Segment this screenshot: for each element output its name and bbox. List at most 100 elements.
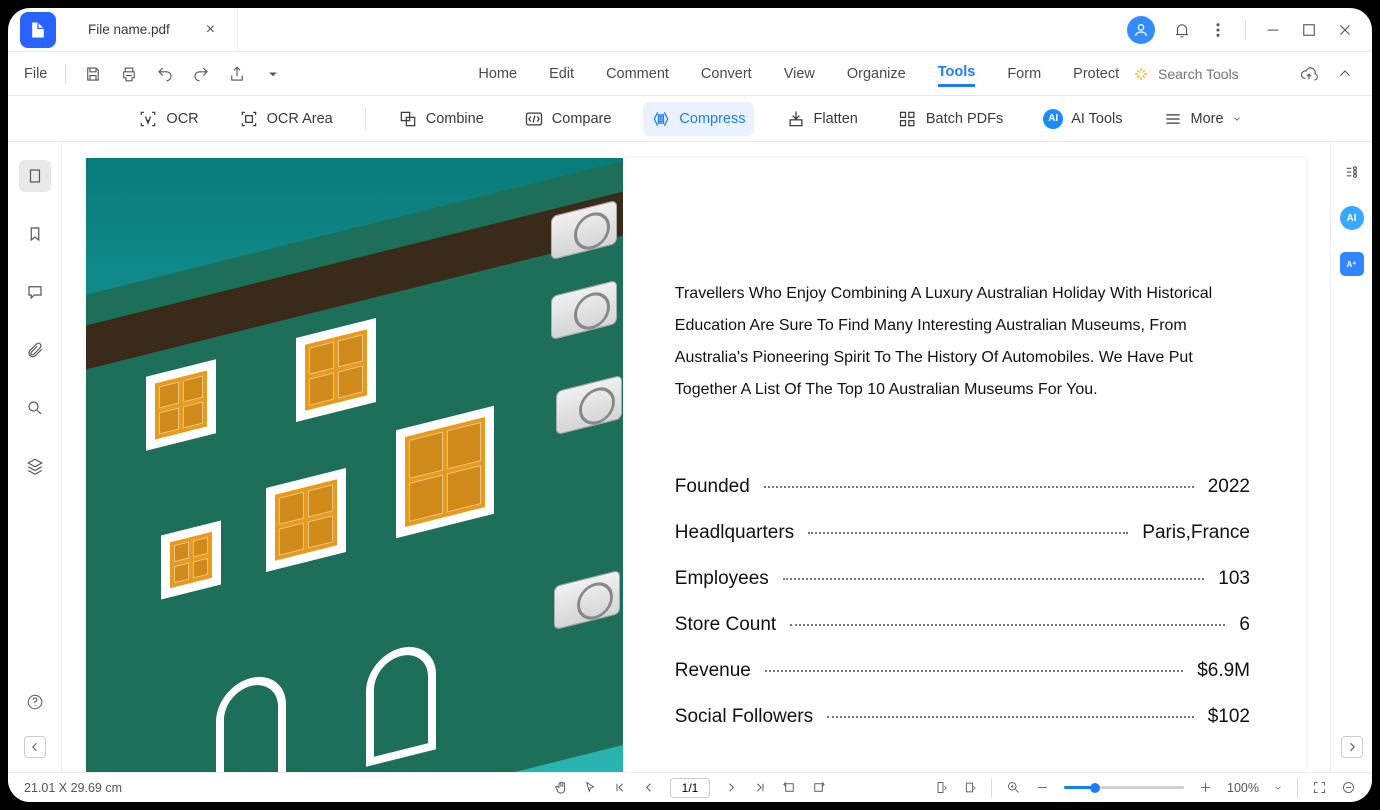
bookmarks-panel-button[interactable] [19,218,51,250]
compress-button[interactable]: Compress [643,102,753,136]
ocr-button[interactable]: OCR [130,102,206,136]
layers-panel-button[interactable] [19,450,51,482]
search-tools-input[interactable] [1158,66,1268,82]
menu-comment[interactable]: Comment [606,62,669,86]
fact-value: Paris,France [1142,522,1250,544]
collapse-left-rail-button[interactable] [24,736,46,758]
chevron-down-icon [1232,114,1242,124]
properties-panel-button[interactable] [1340,160,1364,184]
chevron-down-icon[interactable] [1273,783,1283,793]
ai-panel-button[interactable]: AI [1340,206,1364,230]
fact-leader [764,486,1194,488]
more-button[interactable]: More [1155,102,1250,136]
fit-page-icon[interactable] [1341,780,1356,795]
fact-row: Store Count6 [675,614,1250,636]
zoom-to-area-icon[interactable] [1006,780,1021,795]
fact-row: Social Followers $102 [675,706,1250,728]
undo-icon[interactable] [156,65,174,83]
dropdown-icon[interactable] [264,65,282,83]
last-page-icon[interactable] [753,780,768,795]
divider [365,108,366,130]
zoom-slider[interactable] [1064,786,1184,789]
fact-value: $102 [1208,706,1250,728]
search-panel-button[interactable] [19,392,51,424]
batch-pdfs-button[interactable]: Batch PDFs [890,102,1011,136]
first-page-icon[interactable] [612,780,627,795]
tool-label: OCR [166,111,198,127]
collapse-right-rail-button[interactable] [1341,736,1363,758]
fact-leader [765,670,1183,672]
fact-leader [790,624,1225,626]
user-avatar[interactable] [1127,16,1155,44]
page-number-input[interactable] [670,778,710,798]
print-icon[interactable] [120,65,138,83]
divider [1245,20,1246,40]
maximize-icon[interactable] [1300,21,1318,39]
tool-label: More [1191,111,1224,127]
menu-view[interactable]: View [784,62,815,86]
next-page-icon[interactable] [724,780,739,795]
minimize-icon[interactable] [1264,21,1282,39]
menu-tools[interactable]: Tools [938,60,976,87]
collapse-ribbon-icon[interactable] [1336,65,1354,83]
tool-label: Flatten [814,111,858,127]
page-image [86,158,623,772]
fact-row: Founded2022 [675,476,1250,498]
prev-page-icon[interactable] [641,780,656,795]
fullscreen-icon[interactable] [1312,780,1327,795]
ocr-area-button[interactable]: OCR Area [231,102,341,136]
file-tab[interactable]: File name.pdf × [74,8,238,52]
kebab-menu-icon[interactable] [1209,21,1227,39]
divider [1297,778,1298,798]
save-icon[interactable] [84,65,102,83]
thumbnails-panel-button[interactable] [19,160,51,192]
bell-icon[interactable] [1173,21,1191,39]
zoom-in-icon[interactable] [1198,780,1213,795]
tool-label: Compress [679,111,745,127]
attachments-panel-button[interactable] [19,334,51,366]
fact-value: 2022 [1208,476,1250,498]
ai-tools-button[interactable]: AI AI Tools [1035,102,1130,136]
menu-form[interactable]: Form [1007,62,1041,86]
divider [991,778,992,798]
fact-label: Headlquarters [675,522,794,544]
fact-label: Store Count [675,614,776,636]
comments-panel-button[interactable] [19,276,51,308]
menu-organize[interactable]: Organize [847,62,906,86]
menu-convert[interactable]: Convert [701,62,752,86]
zoom-out-icon[interactable] [1035,780,1050,795]
fact-row: Headlquarters Paris,France [675,522,1250,544]
select-tool-icon[interactable] [583,780,598,795]
fact-leader [783,578,1205,580]
combine-button[interactable]: Combine [390,102,492,136]
menu-home[interactable]: Home [478,62,517,86]
file-tab-label: File name.pdf [88,22,170,37]
tool-label: AI Tools [1071,111,1122,127]
flatten-button[interactable]: Flatten [778,102,866,136]
divider [65,64,66,84]
scroll-mode-icon[interactable] [933,780,948,795]
share-icon[interactable] [228,65,246,83]
menu-protect[interactable]: Protect [1073,62,1119,86]
tool-label: OCR Area [267,111,333,127]
fact-value: $6.9M [1197,660,1250,682]
fact-leader [808,532,1128,534]
help-button[interactable] [19,686,51,718]
zoom-level: 100% [1227,781,1259,795]
document-paragraph: Travellers Who Enjoy Combining A Luxury … [675,278,1250,406]
close-tab-icon[interactable]: × [206,21,215,39]
redo-icon[interactable] [192,65,210,83]
menu-edit[interactable]: Edit [549,62,574,86]
page-mode-icon[interactable] [962,780,977,795]
rotate-right-icon[interactable] [811,780,826,795]
hand-tool-icon[interactable] [554,780,569,795]
file-menu[interactable]: File [24,66,47,82]
cloud-upload-icon[interactable] [1300,65,1318,83]
fact-leader [827,716,1194,718]
rotate-left-icon[interactable] [782,780,797,795]
compare-button[interactable]: Compare [516,102,620,136]
fact-label: Social Followers [675,706,813,728]
app-logo [20,12,56,48]
close-window-icon[interactable] [1336,21,1354,39]
translate-panel-button[interactable]: A⁺ [1340,252,1364,276]
